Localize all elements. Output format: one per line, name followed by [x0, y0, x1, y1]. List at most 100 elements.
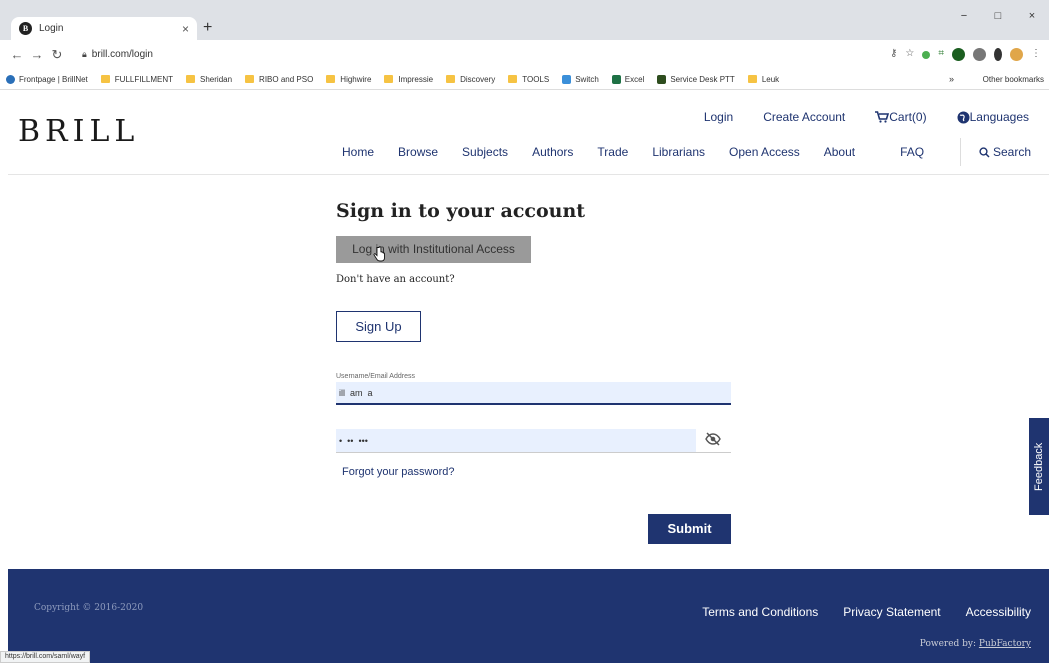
bookmark-item[interactable]: Impressie — [384, 75, 433, 84]
sign-up-button[interactable]: Sign Up — [336, 311, 421, 342]
bookmark-item[interactable]: Switch — [562, 74, 599, 84]
maximize-button[interactable]: □ — [981, 10, 1015, 22]
password-field[interactable] — [336, 429, 696, 452]
folder-icon — [326, 75, 336, 83]
key-icon[interactable]: ⚷ — [890, 48, 897, 61]
cart-link[interactable]: Cart(0) — [875, 110, 927, 124]
bookmark-item[interactable]: Sheridan — [186, 75, 232, 84]
folder-icon — [100, 75, 110, 83]
folder-icon — [508, 75, 518, 83]
extension-circle-icon[interactable] — [952, 48, 965, 61]
close-window-button[interactable]: × — [1015, 10, 1049, 22]
excel-icon — [611, 74, 621, 84]
hand-cursor-icon — [373, 246, 385, 262]
header-divider — [8, 174, 1049, 175]
bookmarks-bar: Frontpage | BrillNet FULLFILLMENT Sherid… — [0, 69, 1049, 90]
minimize-button[interactable]: − — [947, 10, 981, 22]
reload-icon[interactable]: ↻ — [48, 47, 66, 63]
address-bar-row: ← → ↻ 🔒︎ brill.com/login ⚷ ☆ ⌗ ⋮ — [0, 40, 1049, 69]
lock-icon: 🔒︎ — [82, 49, 87, 59]
terms-link[interactable]: Terms and Conditions — [702, 605, 818, 619]
feedback-tab[interactable]: Feedback — [1029, 418, 1049, 515]
no-account-text: Don't have an account? — [336, 274, 455, 285]
tab-close-icon[interactable]: × — [182, 22, 189, 36]
top-navigation: Login Create Account Cart(0) Languages — [674, 110, 1029, 124]
folder-icon — [384, 75, 394, 83]
folder-icon — [446, 75, 456, 83]
toolbar-icons: ⚷ ☆ ⌗ ⋮ — [890, 48, 1041, 61]
back-icon[interactable]: ← — [8, 47, 26, 62]
bookmark-item[interactable]: Service Desk PTT — [657, 74, 735, 84]
window-controls: − □ × — [947, 10, 1049, 22]
pubfactory-link[interactable]: PubFactory — [979, 639, 1031, 649]
nav-faq[interactable]: FAQ — [900, 145, 924, 159]
extension-green-icon[interactable] — [922, 51, 931, 59]
powered-by-text: Powered by: — [919, 639, 979, 649]
bookmark-item[interactable]: Discovery — [446, 75, 495, 84]
url-text: brill.com/login — [91, 49, 153, 60]
star-icon[interactable]: ☆ — [905, 48, 914, 61]
password-underline — [336, 452, 731, 453]
folder-icon — [245, 75, 255, 83]
extension-box-icon[interactable]: ⌗ — [938, 48, 944, 61]
nav-authors[interactable]: Authors — [532, 145, 573, 159]
page-title: Sign in to your account — [336, 200, 586, 222]
browser-tabbar: B Login × + − □ × — [0, 0, 1049, 40]
bookmark-item[interactable]: RIBO and PSO — [245, 75, 313, 84]
nav-open-access[interactable]: Open Access — [729, 145, 800, 159]
new-tab-button[interactable]: + — [203, 19, 212, 37]
bookmark-item[interactable]: Highwire — [326, 75, 371, 84]
search-label: Search — [993, 145, 1032, 159]
site-footer: Copyright © 2016-2020 Terms and Conditio… — [8, 569, 1049, 663]
username-label: Username/Email Address — [336, 373, 415, 380]
bookmark-item[interactable]: Frontpage | BrillNet — [6, 74, 88, 84]
accessibility-link[interactable]: Accessibility — [966, 605, 1031, 619]
submit-button[interactable]: Submit — [648, 514, 731, 544]
bookmark-item[interactable]: Leuk — [747, 75, 779, 84]
bookmark-item[interactable]: TOOLS — [508, 75, 549, 84]
extension-moon-icon[interactable] — [994, 48, 1002, 61]
nav-trade[interactable]: Trade — [597, 145, 628, 159]
menu-kebab-icon[interactable]: ⋮ — [1031, 48, 1041, 61]
forgot-password-link[interactable]: Forgot your password? — [342, 466, 455, 478]
service-desk-icon — [657, 74, 667, 84]
hide-password-icon[interactable] — [705, 432, 721, 446]
bookmark-item[interactable]: Excel — [611, 74, 644, 84]
browser-status-url: https://brill.com/saml/wayf — [0, 651, 91, 663]
bookmarks-overflow-button[interactable]: » — [949, 74, 954, 84]
nav-home[interactable]: Home — [342, 145, 374, 159]
nav-browse[interactable]: Browse — [398, 145, 438, 159]
search-link[interactable]: Search — [979, 145, 1031, 159]
footer-links: Terms and Conditions Privacy Statement A… — [677, 605, 1031, 619]
login-link[interactable]: Login — [704, 110, 733, 124]
brillnet-icon — [6, 74, 15, 84]
forward-icon[interactable]: → — [28, 47, 46, 62]
nav-divider — [960, 138, 961, 166]
create-account-link[interactable]: Create Account — [763, 110, 845, 124]
profile-avatar-icon[interactable] — [1010, 48, 1023, 61]
cart-label: Cart(0) — [889, 110, 927, 124]
extension-gray-icon[interactable] — [973, 48, 986, 61]
languages-link[interactable]: Languages — [957, 110, 1029, 124]
brill-logo[interactable]: BRILL — [18, 114, 139, 149]
browser-tab[interactable]: B Login × — [11, 17, 197, 40]
search-icon — [979, 146, 990, 158]
username-field[interactable] — [336, 382, 731, 405]
nav-about[interactable]: About — [824, 145, 855, 159]
folder-icon — [186, 75, 196, 83]
nav-librarians[interactable]: Librarians — [652, 145, 705, 159]
other-bookmarks[interactable]: Other bookmarks — [983, 75, 1044, 84]
url-field[interactable]: 🔒︎ brill.com/login — [82, 49, 153, 60]
tab-title: Login — [39, 23, 64, 34]
folder-icon — [747, 75, 757, 83]
globe-icon — [957, 111, 970, 123]
institutional-login-button[interactable]: Log in with Institutional Access — [336, 236, 531, 263]
privacy-link[interactable]: Privacy Statement — [843, 605, 940, 619]
bookmark-item[interactable]: FULLFILLMENT — [100, 75, 173, 84]
cart-icon — [875, 111, 890, 123]
copyright-text: Copyright © 2016-2020 — [34, 603, 144, 613]
brill-favicon-icon: B — [19, 22, 32, 35]
nav-subjects[interactable]: Subjects — [462, 145, 508, 159]
languages-label: Languages — [969, 110, 1029, 124]
powered-by: Powered by: PubFactory — [920, 639, 1031, 649]
